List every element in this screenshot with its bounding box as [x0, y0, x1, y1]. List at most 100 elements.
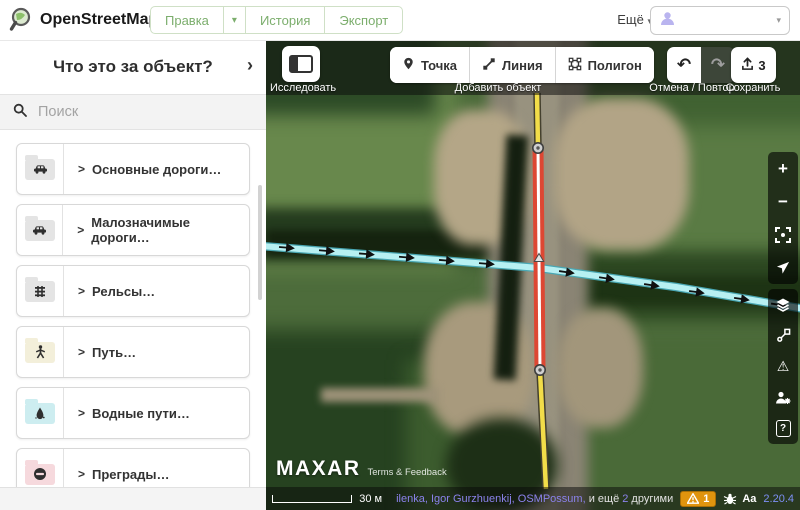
map-panel-controls: ⚠ ? — [768, 289, 798, 444]
chevron-right-icon: > — [78, 467, 85, 481]
layers-icon — [775, 297, 791, 313]
layers-button[interactable] — [768, 289, 798, 320]
category-rails[interactable]: > Рельсы… — [16, 265, 250, 317]
map-data-icon — [776, 328, 791, 343]
railway-icon — [25, 281, 55, 302]
issues-button[interactable]: ⚠ — [768, 351, 798, 382]
maxar-logo: MAXAR — [276, 457, 361, 481]
browse-mode-label: Исследовать — [270, 82, 334, 94]
category-label: Основные дороги… — [92, 162, 221, 177]
map-canvas[interactable]: Исследовать Точка Линия Полигон Добавить… — [266, 40, 800, 510]
history-button[interactable]: История — [245, 6, 325, 34]
preferences-button[interactable] — [768, 382, 798, 413]
chevron-right-icon[interactable]: › — [247, 55, 253, 76]
water-icon — [25, 403, 55, 424]
footer-icons: Aа — [723, 493, 756, 505]
imagery-dirt — [558, 308, 643, 428]
save-button[interactable]: 3 — [731, 47, 776, 83]
warning-icon — [687, 493, 699, 504]
save-label: Сохранить — [716, 82, 790, 94]
edit-dropdown-caret[interactable]: ▾ — [223, 6, 246, 34]
search-bar — [0, 94, 266, 130]
brand-title[interactable]: OpenStreetMap — [40, 0, 158, 40]
chevron-right-icon: > — [78, 406, 85, 420]
osm-id-editor: OpenStreetMap Правка ▾ История Экспорт Е… — [0, 0, 800, 510]
osm-logo-icon[interactable] — [9, 6, 36, 38]
save-count: 3 — [758, 58, 765, 73]
help-icon: ? — [776, 420, 791, 437]
category-barriers[interactable]: > Преграды… — [16, 448, 250, 488]
zoom-controls: + − — [768, 152, 798, 284]
bug-report-icon[interactable] — [723, 493, 737, 505]
chevron-down-icon: ▾ — [776, 15, 781, 26]
car-icon — [25, 220, 55, 241]
nav-button-group: Правка ▾ История Экспорт — [150, 6, 403, 34]
category-label: Рельсы… — [92, 284, 155, 299]
sidebar-layout-icon — [289, 55, 313, 73]
zoom-in-button[interactable]: + — [768, 152, 798, 185]
issues-count: 1 — [703, 493, 709, 505]
chevron-right-icon: > — [77, 223, 84, 237]
user-menu[interactable]: ▾ — [650, 6, 790, 35]
export-button[interactable]: Экспорт — [324, 6, 403, 34]
geolocate-button[interactable] — [768, 251, 798, 284]
map-data-button[interactable] — [768, 320, 798, 351]
imagery-dirt — [321, 388, 439, 402]
pedestrian-icon — [25, 342, 55, 363]
car-icon — [25, 159, 55, 180]
sidebar: Что это за объект? › > Основные дороги… — [0, 40, 266, 510]
undo-button[interactable]: ↶ — [667, 47, 701, 83]
undo-redo-group: ↶ ↷ — [667, 47, 735, 83]
scale-bar — [272, 495, 352, 503]
sidebar-footer — [0, 487, 266, 510]
scale-label: 30 м — [359, 493, 382, 505]
category-label: Водные пути… — [92, 406, 190, 421]
status-bar: 30 м ilenka, Igor Gurzhuenkij, OSMPossum… — [266, 487, 800, 510]
avatar-icon — [659, 10, 676, 32]
zoom-out-button[interactable]: − — [768, 185, 798, 218]
upload-icon — [741, 57, 754, 74]
more-menu[interactable]: Ещё ▾ — [617, 0, 652, 41]
chevron-right-icon: > — [78, 284, 85, 298]
add-line-button[interactable]: Линия — [469, 47, 555, 83]
add-point-button[interactable]: Точка — [390, 47, 469, 83]
contributor-links[interactable]: ilenka, Igor Gurzhuenkij, OSMPossum, — [396, 493, 586, 505]
chevron-right-icon: > — [78, 345, 85, 359]
translate-icon[interactable]: Aа — [742, 493, 756, 505]
add-object-label: Добавить объект — [390, 82, 606, 94]
undo-icon: ↶ — [677, 55, 691, 75]
sidebar-header: Что это за объект? › — [0, 40, 266, 94]
user-settings-icon — [775, 390, 791, 406]
version-link[interactable]: 2.20.4 — [763, 493, 794, 505]
category-minor-roads[interactable]: > Малозначимые дороги… — [16, 204, 250, 256]
issues-badge[interactable]: 1 — [680, 491, 716, 507]
category-list: >Основные дороги… >Малозначимые дороги… … — [0, 132, 266, 488]
edit-button[interactable]: Правка — [150, 6, 224, 34]
chevron-right-icon: > — [78, 162, 85, 176]
category-label: Преграды… — [92, 467, 169, 482]
top-navbar: OpenStreetMap Правка ▾ История Экспорт Е… — [0, 0, 800, 41]
frame-icon — [775, 227, 791, 243]
browse-mode-button[interactable] — [282, 46, 320, 82]
barrier-icon — [25, 464, 55, 485]
polygon-icon — [568, 57, 582, 74]
point-icon — [402, 56, 415, 74]
terms-feedback-link[interactable]: Terms & Feedback — [368, 467, 447, 478]
zoom-to-selection-button[interactable] — [768, 218, 798, 251]
help-button[interactable]: ? — [768, 413, 798, 444]
imagery-attribution: MAXAR Terms & Feedback — [276, 457, 447, 481]
locate-arrow-icon — [776, 260, 791, 275]
search-input[interactable] — [36, 103, 240, 121]
add-area-button[interactable]: Полигон — [555, 47, 654, 83]
category-major-roads[interactable]: > Основные дороги… — [16, 143, 250, 195]
redo-button[interactable]: ↷ — [701, 47, 735, 83]
category-label: Малозначимые дороги… — [91, 215, 249, 245]
category-label: Путь… — [92, 345, 136, 360]
imagery-dirt — [554, 98, 689, 250]
category-paths[interactable]: > Путь… — [16, 326, 250, 378]
category-waterways[interactable]: > Водные пути… — [16, 387, 250, 439]
page-title: Что это за объект? — [53, 57, 213, 77]
sidebar-scrollbar[interactable] — [258, 185, 262, 300]
add-object-group: Точка Линия Полигон — [390, 47, 654, 83]
line-icon — [482, 57, 496, 74]
